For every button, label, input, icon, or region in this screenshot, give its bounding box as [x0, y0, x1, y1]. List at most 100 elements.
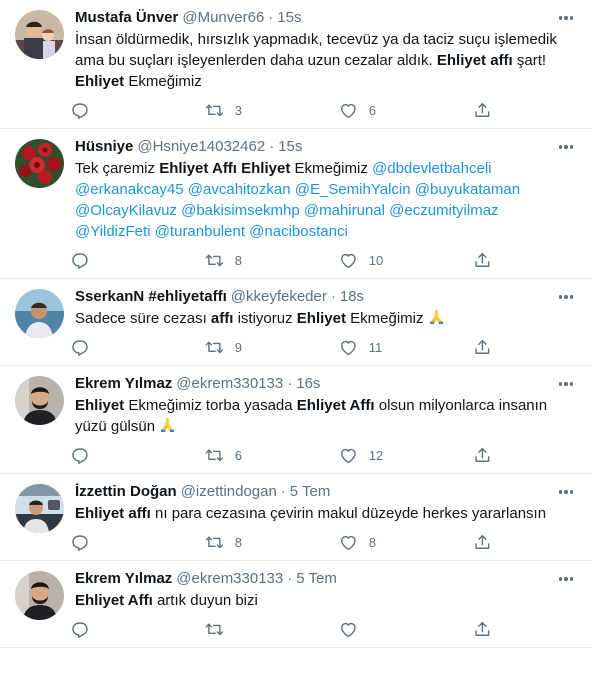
timestamp[interactable]: 5 Tem [296, 569, 337, 589]
tweet-header: Ekrem Yılmaz @ekrem330133 · 5 Tem [75, 569, 576, 589]
more-icon[interactable] [554, 374, 578, 394]
like-count: 10 [368, 252, 384, 268]
reply-button[interactable] [71, 446, 205, 465]
mention-link[interactable]: @dbdevletbahceli [372, 160, 491, 177]
author-handle[interactable]: @ekrem330133 [176, 569, 283, 589]
like-button[interactable]: 10 [339, 251, 473, 270]
folded-hands-icon [429, 309, 443, 325]
more-icon[interactable] [554, 482, 578, 502]
more-icon[interactable] [554, 8, 578, 28]
retweet-icon [205, 254, 224, 266]
reply-button[interactable] [71, 533, 205, 552]
tweet-actions: 9 11 [71, 329, 576, 365]
tweet[interactable]: Ekrem Yılmaz @ekrem330133 · 16s Ehliyet … [0, 366, 592, 474]
share-icon [475, 252, 490, 267]
more-icon[interactable] [554, 287, 578, 307]
retweet-icon [205, 104, 224, 116]
tweet[interactable]: Mustafa Ünver @Munver66 · 15s İnsan öldü… [0, 0, 592, 129]
separator-dot: · [330, 288, 336, 305]
tweet-text: Sadece süre cezası affı istiyoruz Ehliye… [75, 308, 576, 329]
author-handle[interactable]: @Munver66 [182, 8, 264, 28]
like-icon [341, 103, 356, 118]
like-button[interactable]: 8 [339, 533, 473, 552]
like-button[interactable]: 12 [339, 446, 473, 465]
tweet[interactable]: İzzettin Doğan @izettindogan · 5 Tem Ehl… [0, 474, 592, 561]
reply-button[interactable] [71, 251, 205, 270]
share-button[interactable] [473, 251, 513, 270]
mention-link[interactable]: @nacibostanci [249, 223, 348, 240]
like-button[interactable]: 6 [339, 101, 473, 120]
timestamp[interactable]: 15s [278, 137, 302, 157]
text-span: istiyoruz [233, 310, 297, 327]
retweet-count: 6 [234, 447, 242, 463]
bold-text: Ehliyet Affı Ehliyet [159, 160, 291, 177]
share-button[interactable] [473, 533, 513, 552]
retweet-button[interactable]: 6 [205, 446, 339, 465]
avatar-photo-man-in-car[interactable] [15, 484, 64, 533]
retweet-button[interactable]: 8 [205, 251, 339, 270]
share-button[interactable] [473, 446, 513, 465]
avatar-photo-young-man[interactable] [15, 376, 64, 425]
author-name[interactable]: Hüsniye [75, 137, 133, 157]
bold-text: Ehliyet [296, 310, 346, 327]
bold-text: Ehliyet [75, 73, 125, 90]
tweet[interactable]: SserkanN #ehliyetaffı @kkeyfekeder · 18s… [0, 279, 592, 366]
author-name[interactable]: SserkanN #ehliyetaffı [75, 287, 227, 307]
reply-button[interactable] [71, 338, 205, 357]
share-button[interactable] [473, 338, 513, 357]
bold-text: Ehliyet [75, 397, 125, 414]
retweet-button[interactable]: 3 [205, 101, 339, 120]
tweet[interactable]: Ekrem Yılmaz @ekrem330133 · 5 Tem Ehliye… [0, 561, 592, 648]
like-button[interactable] [339, 620, 473, 639]
mention-link[interactable]: @eczumityilmaz [389, 202, 498, 219]
mention-link[interactable]: @E_SemihYalcin [295, 181, 411, 198]
avatar-photo-man-at-sea[interactable] [15, 289, 64, 338]
retweet-button[interactable]: 9 [205, 338, 339, 357]
text-span: Ekmeğimiz [124, 73, 202, 90]
retweet-button[interactable]: 8 [205, 533, 339, 552]
tweet-text: Ehliyet affı nı para cezasına çevirin ma… [75, 503, 576, 524]
avatar-photo-man-with-child[interactable] [15, 10, 64, 59]
mention-link[interactable]: @bakisimsekmhp [181, 202, 300, 219]
mention-link[interactable]: @erkanakcay45 [75, 181, 184, 198]
separator-dot: · [280, 483, 286, 500]
timestamp[interactable]: 15s [277, 8, 301, 28]
author-handle[interactable]: @Hsniye14032462 [137, 137, 265, 157]
more-icon[interactable] [554, 137, 578, 157]
retweet-icon [205, 449, 224, 461]
share-button[interactable] [473, 101, 513, 120]
timestamp[interactable]: 5 Tem [290, 482, 331, 502]
separator-dot: · [268, 9, 274, 26]
timestamp[interactable]: 16s [296, 374, 320, 394]
author-handle[interactable]: @izettindogan [181, 482, 277, 502]
mention-link[interactable]: @buyukataman [415, 181, 520, 198]
tweet-header: İzzettin Doğan @izettindogan · 5 Tem [75, 482, 576, 502]
author-handle[interactable]: @ekrem330133 [176, 374, 283, 394]
mention-link[interactable]: @OlcayKilavuz [75, 202, 177, 219]
reply-button[interactable] [71, 101, 205, 120]
author-name[interactable]: İzzettin Doğan [75, 482, 177, 502]
tweet[interactable]: Hüsniye @Hsniye14032462 · 15s Tek çaremi… [0, 129, 592, 279]
separator-dot: · [287, 570, 293, 587]
author-name[interactable]: Mustafa Ünver [75, 8, 178, 28]
mention-link[interactable]: @avcahitozkan [188, 181, 291, 198]
author-name[interactable]: Ekrem Yılmaz [75, 374, 172, 394]
retweet-button[interactable] [205, 620, 339, 639]
mention-link[interactable]: @turanbulent [155, 223, 245, 240]
avatar-photo-red-roses[interactable] [15, 139, 64, 188]
mention-link[interactable]: @mahirunal [304, 202, 385, 219]
author-name[interactable]: Ekrem Yılmaz [75, 569, 172, 589]
text-span: artık duyun bizi [152, 592, 258, 609]
bold-text: Ehliyet Affı [75, 592, 153, 609]
mention-link[interactable]: @YildizFeti [75, 223, 151, 240]
like-icon [341, 622, 356, 637]
text-span: şart! [512, 52, 547, 69]
retweet-count: 8 [234, 534, 242, 550]
like-button[interactable]: 11 [339, 338, 473, 357]
more-icon[interactable] [554, 569, 578, 589]
avatar-photo-young-man[interactable] [15, 571, 64, 620]
share-button[interactable] [473, 620, 513, 639]
reply-button[interactable] [71, 620, 205, 639]
timestamp[interactable]: 18s [340, 287, 364, 307]
author-handle[interactable]: @kkeyfekeder [231, 287, 327, 307]
